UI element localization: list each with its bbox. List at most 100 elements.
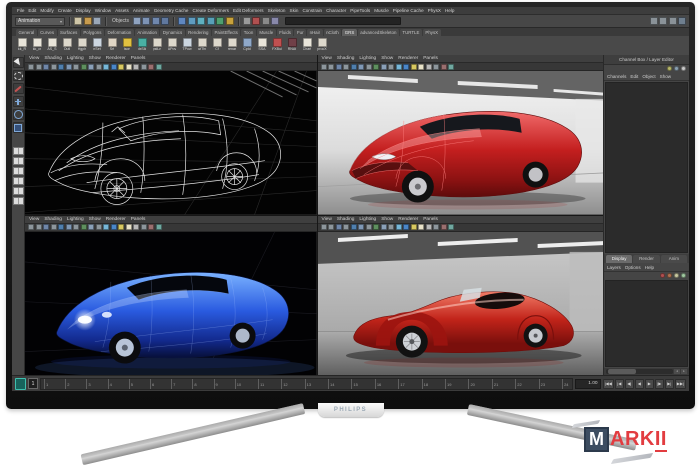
viewport-toolbar-icon[interactable] <box>388 224 394 230</box>
viewport-toolbar-icon[interactable] <box>395 224 402 230</box>
menu-item[interactable]: Muscle <box>374 8 389 13</box>
timeline-tick[interactable]: 2 <box>65 378 69 389</box>
timeline-tick[interactable]: 18 <box>421 378 428 389</box>
current-frame-indicator[interactable]: 1 <box>28 378 38 389</box>
shelf-item[interactable]: dxSlk <box>135 37 149 54</box>
viewport-toolbar-icon[interactable] <box>335 63 342 70</box>
viewport-menu-item[interactable]: Renderer <box>398 56 418 61</box>
viewport-menu-item[interactable]: Panels <box>131 217 146 222</box>
tool-button[interactable] <box>12 96 24 107</box>
timeline-tick[interactable]: 17 <box>398 378 405 389</box>
shelf-item[interactable]: Hgph <box>75 37 89 54</box>
shelf-tab[interactable]: General <box>16 29 37 36</box>
shelf-tab[interactable]: nHair <box>307 29 323 36</box>
timeline-tick[interactable]: 7 <box>171 378 175 389</box>
menu-item[interactable]: Character <box>326 8 346 13</box>
viewport-menu-item[interactable]: Shading <box>44 217 62 222</box>
viewport-toolbar-icon[interactable] <box>133 224 139 230</box>
shelf-tab[interactable]: Fluids <box>276 29 294 36</box>
layout-preset-button[interactable] <box>12 177 24 185</box>
shelf-item[interactable]: AS_S <box>45 37 59 54</box>
viewport-toolbar-icon[interactable] <box>448 63 454 70</box>
ui-toggle-icon[interactable] <box>668 17 677 25</box>
timeline-tick[interactable]: 19 <box>445 378 452 389</box>
shelf-tab[interactable]: Toon <box>241 29 256 36</box>
shelf-item[interactable]: pstLn <box>150 37 164 54</box>
viewport-canvas-wireframe-car[interactable] <box>25 71 317 215</box>
horizontal-scrollbar[interactable]: ◂ ▸ <box>604 368 689 375</box>
menu-item[interactable]: PhysX <box>428 8 441 13</box>
timeline-tick[interactable]: 8 <box>192 378 197 389</box>
layer-editor-tab[interactable]: Display <box>606 255 633 264</box>
viewport-menu-item[interactable]: Panels <box>131 56 146 61</box>
selection-mask-icon[interactable] <box>142 17 151 25</box>
viewport-toolbar-icon[interactable] <box>58 63 64 70</box>
viewport-canvas-red-car[interactable] <box>317 71 609 215</box>
viewport-toolbar-icon[interactable] <box>50 63 57 70</box>
scroll-left-icon[interactable]: ◂ <box>674 369 680 374</box>
viewport-toolbar-icon[interactable] <box>410 63 417 70</box>
viewport-toolbar-icon[interactable] <box>418 63 424 70</box>
viewport-menu-item[interactable]: Lighting <box>359 217 376 222</box>
shelf-item[interactable]: renar <box>225 37 239 54</box>
channel-box-menu-item[interactable]: Channels <box>607 74 626 79</box>
viewport-toolbar-icon[interactable] <box>125 63 132 70</box>
viewport-canvas-classic-red-car[interactable] <box>317 231 609 375</box>
shelf-tab[interactable]: nCloth <box>323 29 342 36</box>
viewport-toolbar-icon[interactable] <box>65 63 72 70</box>
viewport-toolbar-icon[interactable] <box>35 63 42 70</box>
status-input[interactable] <box>285 17 402 25</box>
shelf-tab[interactable]: TURTLE <box>399 29 422 36</box>
viewport-toolbar-icon[interactable] <box>388 63 394 70</box>
layout-preset-button[interactable] <box>12 157 24 165</box>
render-icon[interactable] <box>271 17 280 25</box>
viewport-toolbar-icon[interactable] <box>433 63 439 70</box>
layer-editor-icon[interactable] <box>674 273 679 279</box>
viewport-toolbar-icon[interactable] <box>395 63 402 70</box>
selection-mask-label[interactable]: Objects <box>112 18 129 24</box>
shelf-tab[interactable]: Fur <box>294 29 307 36</box>
viewport-toolbar-icon[interactable] <box>28 63 34 70</box>
timeline-tick[interactable]: 11 <box>258 378 264 389</box>
viewport-toolbar-icon[interactable] <box>425 224 432 230</box>
viewport-toolbar-icon[interactable] <box>320 224 327 230</box>
selection-mask-icon[interactable] <box>151 17 160 25</box>
playback-button[interactable]: ▶| <box>664 378 674 389</box>
menu-item[interactable]: Help <box>445 8 454 13</box>
shelf-tab[interactable]: Curves <box>37 29 57 36</box>
menu-item[interactable]: Animate <box>133 8 150 13</box>
playback-button[interactable]: ▶▶| <box>674 378 686 389</box>
layout-preset-button[interactable] <box>12 147 24 155</box>
channel-box-list[interactable] <box>605 82 688 254</box>
viewport-toolbar-icon[interactable] <box>358 224 364 230</box>
viewport-menu-item[interactable]: Lighting <box>67 217 84 222</box>
ui-toggle-icon[interactable] <box>678 17 686 25</box>
timeline-tick[interactable]: 16 <box>374 378 381 389</box>
viewport-menu-item[interactable]: View <box>322 56 332 61</box>
channel-box-corner-icon[interactable] <box>674 66 679 71</box>
tool-button[interactable] <box>12 109 24 120</box>
viewport-menu-item[interactable]: View <box>29 56 39 61</box>
layer-editor-tab[interactable]: Render <box>633 255 660 264</box>
viewport-menu-item[interactable]: Panels <box>423 56 438 61</box>
viewport-menu-item[interactable]: Renderer <box>106 56 126 61</box>
timeline-tick[interactable]: 20 <box>468 378 475 389</box>
viewport-toolbar-icon[interactable] <box>328 63 334 70</box>
snap-icon[interactable] <box>206 17 215 25</box>
shelf-tab[interactable]: GRS <box>342 29 357 36</box>
menu-item[interactable]: Modify <box>40 8 54 13</box>
shelf-item[interactable]: wtThr <box>195 37 209 54</box>
shelf-item[interactable]: Chart <box>300 37 314 54</box>
snap-icon[interactable] <box>197 17 206 25</box>
status-file-icon[interactable] <box>83 17 92 25</box>
shelf-item[interactable]: Outl <box>60 37 74 54</box>
viewport-menu-item[interactable]: Lighting <box>67 56 84 61</box>
viewport-menu-item[interactable]: Shading <box>337 217 355 222</box>
viewport-toolbar-icon[interactable] <box>320 63 327 70</box>
viewport-toolbar-icon[interactable] <box>335 224 342 230</box>
menu-item[interactable]: Skin <box>290 8 299 13</box>
shelf-item[interactable]: procX <box>315 37 329 54</box>
menu-item[interactable]: Edit Deformers <box>233 8 264 13</box>
layer-editor-menu-item[interactable]: Layers <box>607 265 621 270</box>
viewport-toolbar-icon[interactable] <box>440 224 447 230</box>
